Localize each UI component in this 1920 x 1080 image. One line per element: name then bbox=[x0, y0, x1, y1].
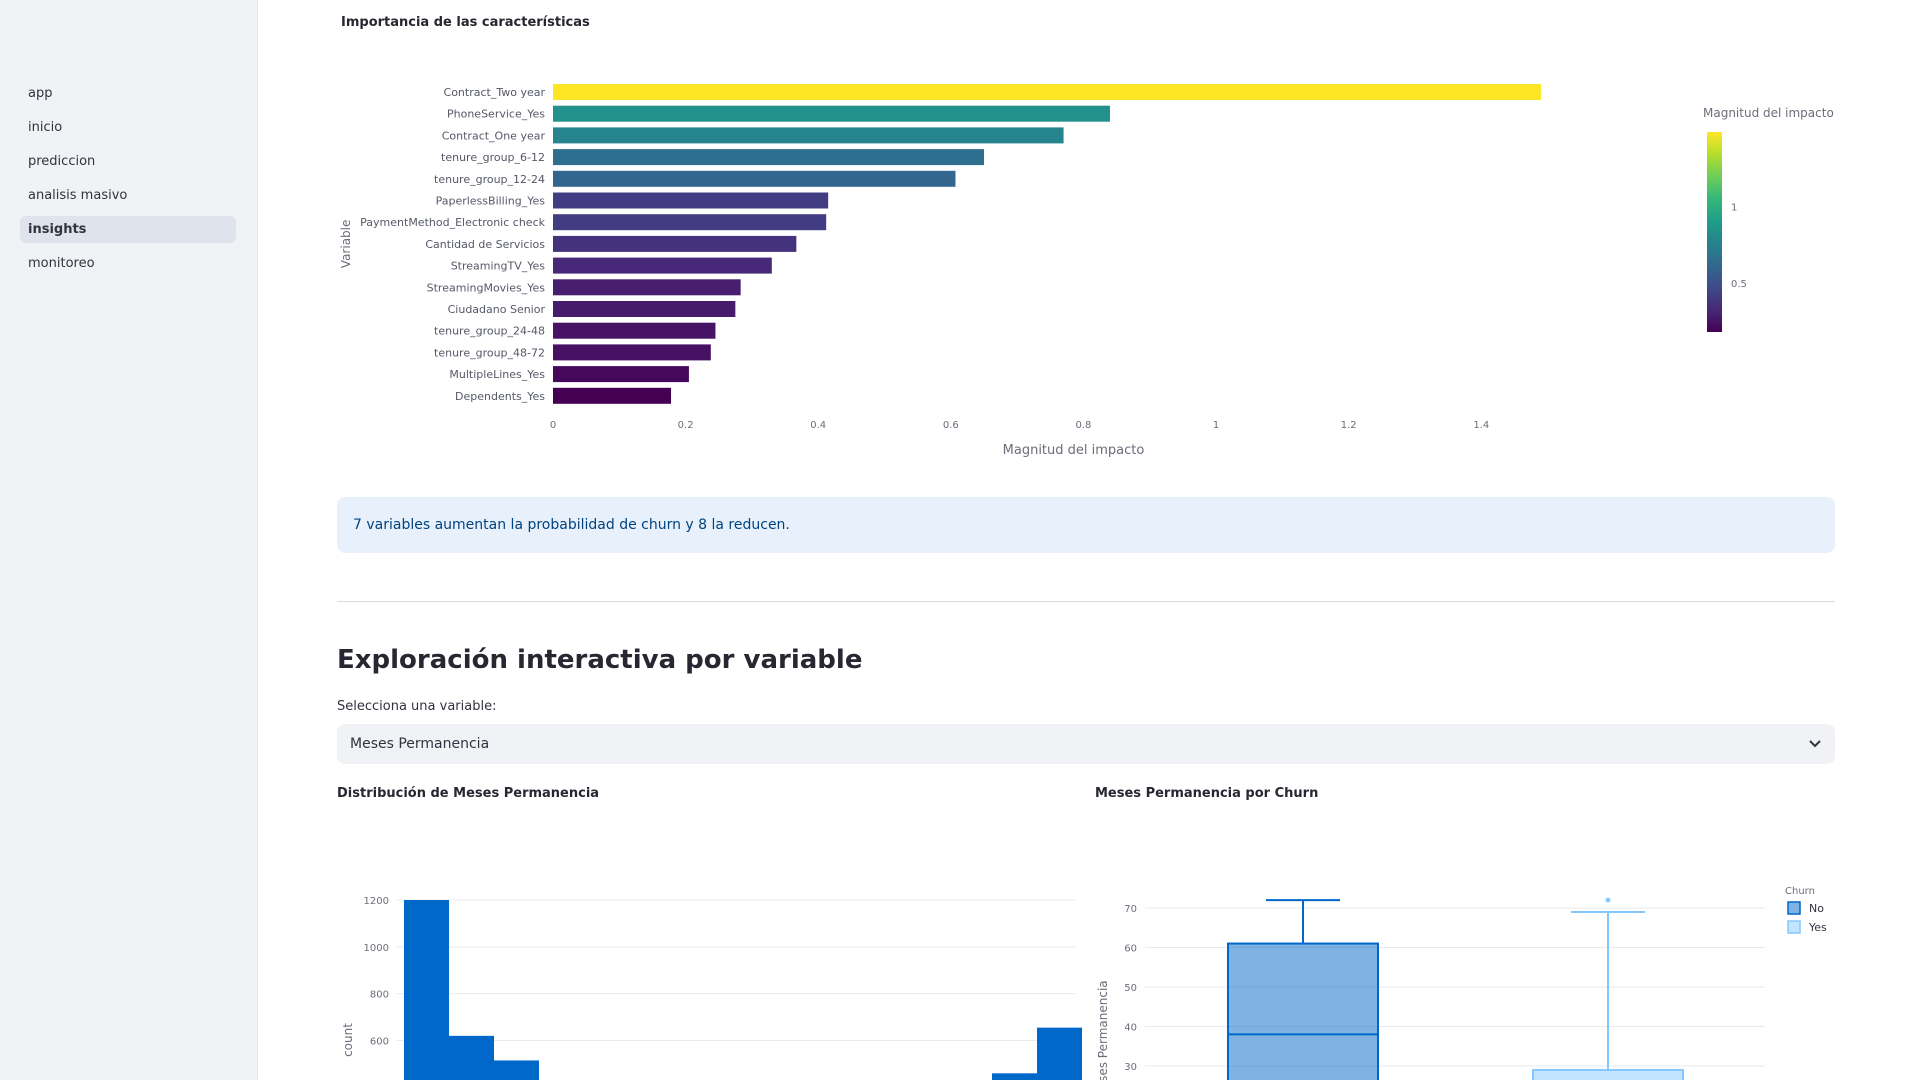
variable-select-value: Meses Permanencia bbox=[350, 736, 490, 752]
variable-select-label: Selecciona una variable: bbox=[337, 699, 497, 714]
sidebar-item-monitoreo[interactable]: monitoreo bbox=[20, 250, 236, 277]
histogram-bar[interactable] bbox=[494, 1060, 539, 1080]
legend-swatch-no[interactable] bbox=[1787, 901, 1801, 915]
importance-bar[interactable] bbox=[553, 127, 1064, 144]
histogram-title: Distribución de Meses Permanencia bbox=[337, 786, 600, 801]
importance-bar[interactable] bbox=[553, 366, 689, 383]
boxplot-y-tick: 30 bbox=[1124, 1062, 1137, 1073]
importance-chart[interactable]: Contract_Two year PhoneService_Yes Contrac… bbox=[337, 40, 1835, 460]
legend-swatch-yes[interactable] bbox=[1787, 920, 1801, 934]
colorbar-tick: 0.5 bbox=[1731, 279, 1747, 290]
boxplot-y-tick: 50 bbox=[1124, 983, 1137, 994]
importance-x-tick: 1.4 bbox=[1473, 420, 1489, 431]
sidebar-nav: app inicio prediccion analisis masivo insigh… bbox=[20, 80, 236, 284]
importance-bar[interactable] bbox=[553, 149, 984, 166]
sidebar-item-prediccion[interactable]: prediccion bbox=[20, 148, 236, 175]
colorbar-title: Magnitud del impacto bbox=[1703, 106, 1834, 120]
histogram-y-tick: 600 bbox=[370, 1037, 389, 1048]
variable-select[interactable]: Meses Permanencia bbox=[337, 724, 1835, 764]
importance-x-tick: 0.4 bbox=[810, 420, 826, 431]
importance-bar[interactable] bbox=[553, 279, 741, 296]
importance-bar[interactable] bbox=[553, 387, 672, 404]
boxplot-y-tick: 40 bbox=[1124, 1023, 1137, 1034]
importance-category-label: PhoneService_Yes bbox=[447, 108, 545, 121]
importance-category-label: Contract_One year bbox=[442, 129, 546, 142]
sidebar-item-analisis-masivo[interactable]: analisis masivo bbox=[20, 182, 236, 209]
importance-chart-title: Importancia de las características bbox=[341, 15, 590, 30]
importance-category-label: tenure_group_24-48 bbox=[434, 325, 545, 338]
importance-bar[interactable] bbox=[553, 301, 736, 317]
outlier-point[interactable] bbox=[1605, 897, 1611, 903]
histogram-bar[interactable] bbox=[449, 1035, 494, 1080]
histogram-bar[interactable] bbox=[992, 1073, 1037, 1080]
boxplot-title: Meses Permanencia por Churn bbox=[1095, 786, 1319, 801]
sidebar-item-app[interactable]: app bbox=[20, 80, 236, 107]
importance-x-tick: 0.8 bbox=[1075, 420, 1091, 431]
importance-bar[interactable] bbox=[553, 235, 797, 252]
importance-bar[interactable] bbox=[553, 344, 711, 361]
importance-bar[interactable] bbox=[553, 214, 827, 231]
histogram-bar[interactable] bbox=[1037, 1027, 1082, 1080]
box-yes[interactable] bbox=[1532, 1068, 1684, 1080]
info-alert: 7 variables aumentan la probabilidad de … bbox=[337, 497, 1835, 553]
importance-bar[interactable] bbox=[553, 257, 772, 274]
importance-x-tick: 0 bbox=[550, 420, 556, 431]
importance-category-label: Ciudadano Senior bbox=[448, 303, 546, 316]
sidebar: app inicio prediccion analisis masivo insigh… bbox=[0, 0, 258, 1080]
boxplot-chart[interactable]: 30 40 50 60 70 Meses Permanencia Churn No Yes bbox=[1095, 870, 1835, 1080]
histogram-bar[interactable] bbox=[404, 900, 449, 1080]
importance-x-tick: 0.6 bbox=[943, 420, 959, 431]
legend-title: Churn bbox=[1785, 886, 1815, 897]
histogram-chart[interactable]: 600 800 1000 1200 count bbox=[337, 870, 1085, 1080]
importance-bar[interactable] bbox=[553, 192, 829, 209]
section-title: Exploración interactiva por variable bbox=[337, 645, 863, 675]
importance-bar[interactable] bbox=[553, 84, 1541, 100]
importance-category-label: Dependents_Yes bbox=[455, 390, 545, 403]
importance-category-label: Contract_Two year bbox=[444, 86, 546, 99]
sidebar-item-insights[interactable]: insights bbox=[20, 216, 236, 243]
chevron-down-icon[interactable] bbox=[1805, 724, 1825, 764]
main-content: Importancia de las características Contr… bbox=[337, 0, 1835, 1080]
box-no[interactable] bbox=[1227, 942, 1379, 1080]
importance-category-label: StreamingMovies_Yes bbox=[427, 281, 546, 294]
importance-y-axis-title: Variable bbox=[339, 220, 353, 269]
legend-label-no: No bbox=[1809, 902, 1824, 915]
histogram-y-tick: 800 bbox=[370, 990, 389, 1001]
legend-label-yes: Yes bbox=[1808, 921, 1827, 934]
importance-category-label: StreamingTV_Yes bbox=[451, 260, 546, 273]
importance-category-label: Cantidad de Servicios bbox=[425, 238, 545, 251]
histogram-y-tick: 1200 bbox=[364, 896, 389, 907]
boxplot-y-tick: 70 bbox=[1124, 904, 1137, 915]
colorbar bbox=[1707, 132, 1722, 332]
histogram-y-tick: 1000 bbox=[364, 943, 389, 954]
divider bbox=[337, 601, 1835, 602]
importance-category-label: tenure_group_6-12 bbox=[441, 151, 545, 164]
boxplot-y-tick: 60 bbox=[1124, 944, 1137, 955]
importance-x-tick: 1.2 bbox=[1341, 420, 1357, 431]
importance-x-tick: 1 bbox=[1213, 420, 1219, 431]
sidebar-item-inicio[interactable]: inicio bbox=[20, 114, 236, 141]
importance-bar[interactable] bbox=[553, 105, 1110, 122]
importance-x-axis-title: Magnitud del impacto bbox=[1003, 443, 1145, 458]
importance-category-label: tenure_group_12-24 bbox=[434, 173, 545, 186]
importance-x-tick: 0.2 bbox=[678, 420, 694, 431]
importance-bar[interactable] bbox=[553, 170, 956, 187]
importance-category-label: tenure_group_48-72 bbox=[434, 346, 545, 359]
boxplot-y-axis-title: Meses Permanencia bbox=[1096, 980, 1110, 1080]
colorbar-tick: 1 bbox=[1731, 203, 1737, 214]
importance-category-label: PaperlessBilling_Yes bbox=[436, 195, 546, 208]
importance-category-label: PaymentMethod_Electronic check bbox=[360, 216, 545, 229]
importance-category-label: MultipleLines_Yes bbox=[449, 368, 545, 381]
histogram-y-axis-title: count bbox=[341, 1023, 355, 1057]
importance-bar[interactable] bbox=[553, 322, 716, 339]
